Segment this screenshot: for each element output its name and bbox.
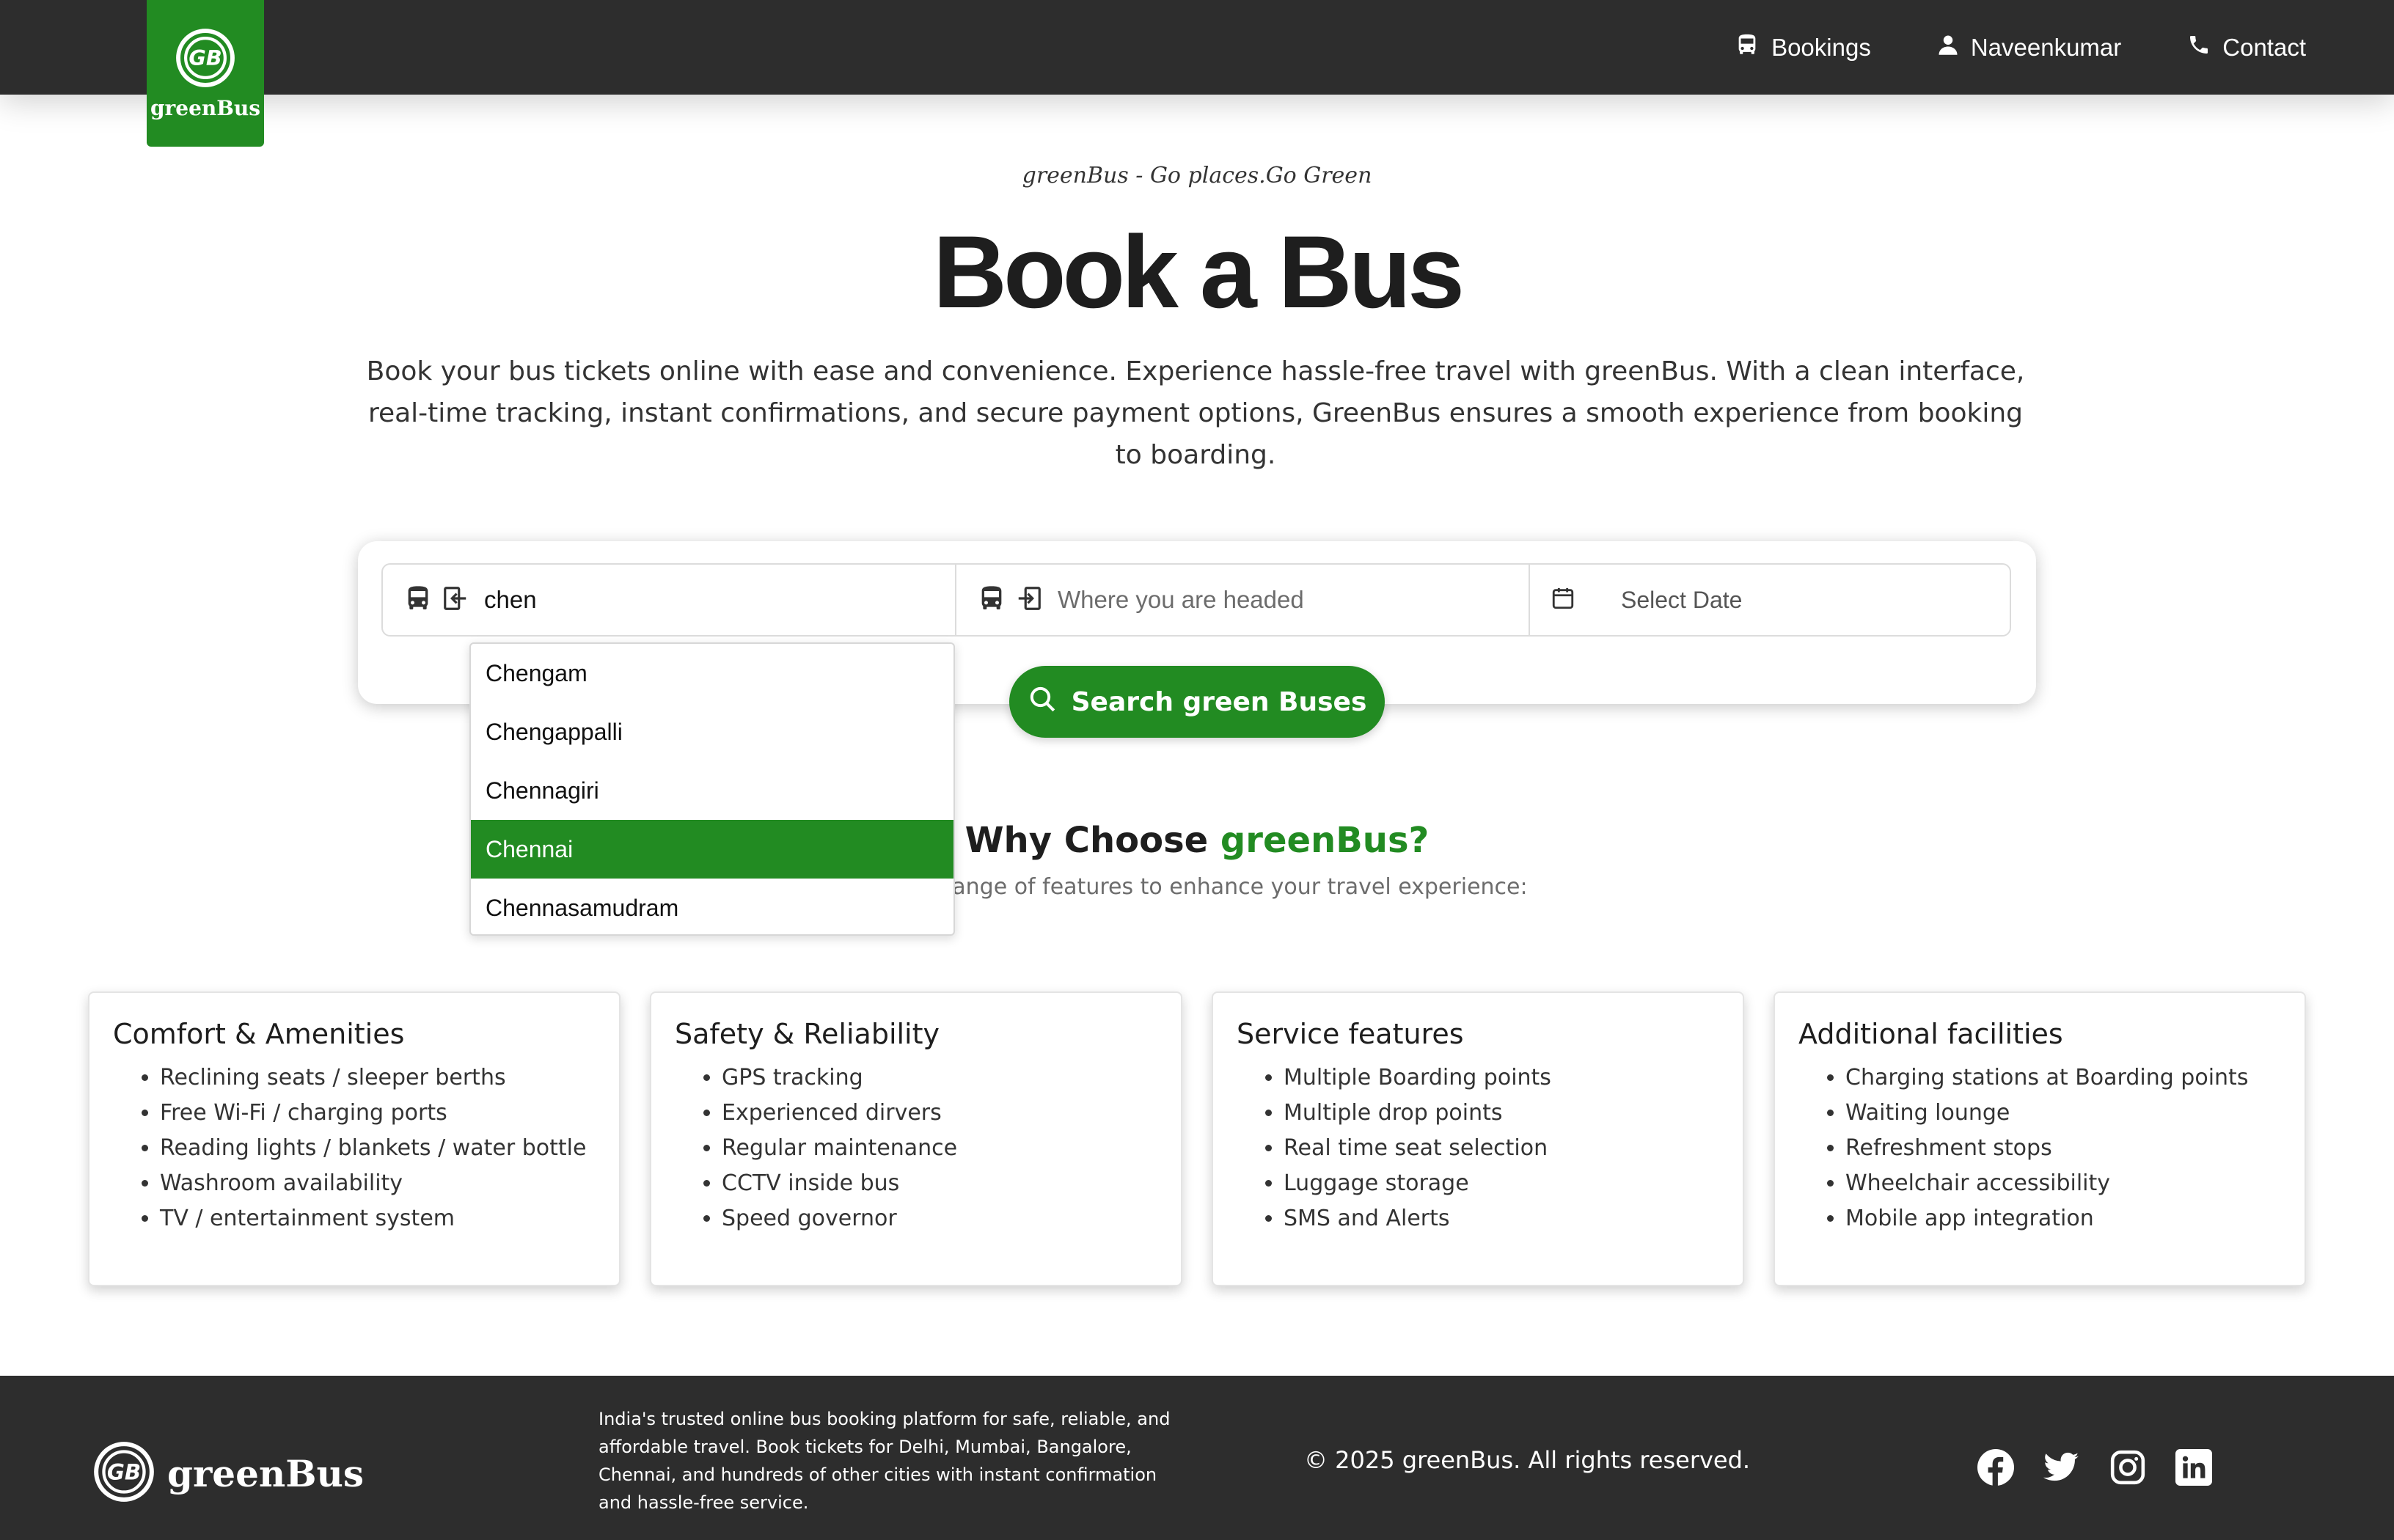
list-item: Multiple drop points bbox=[1284, 1096, 1719, 1131]
footer-logo[interactable]: GB greenBus bbox=[92, 1440, 364, 1506]
list-item: GPS tracking bbox=[722, 1060, 1157, 1096]
greenbus-logo-icon: GB bbox=[92, 1440, 155, 1506]
list-item: Mobile app integration bbox=[1845, 1201, 2281, 1236]
search-fields-row: Select Date bbox=[381, 563, 2011, 637]
greenbus-logo-icon: GB bbox=[175, 27, 236, 92]
svg-text:GB: GB bbox=[188, 45, 222, 70]
from-field[interactable] bbox=[383, 565, 956, 635]
logo-text: greenBus bbox=[150, 95, 261, 120]
top-navbar: Bookings Naveenkumar Contact bbox=[0, 0, 2394, 95]
city-suggestions-dropdown: Chengam Chengappalli Chennagiri Chennai … bbox=[469, 642, 955, 936]
nav-contact[interactable]: Contact bbox=[2187, 33, 2306, 62]
bus-icon bbox=[1735, 32, 1760, 63]
feature-card-title: Comfort & Amenities bbox=[113, 1018, 405, 1050]
user-icon bbox=[1937, 34, 1959, 62]
why-choose-title: Why Choose greenBus? bbox=[0, 820, 2394, 861]
why-title-prefix: Why Choose bbox=[964, 820, 1220, 861]
list-item: Wheelchair accessibility bbox=[1845, 1166, 2281, 1201]
list-item: Luggage storage bbox=[1284, 1166, 1719, 1201]
bus-icon bbox=[977, 584, 1006, 616]
feature-card-service: Service features Multiple Boarding point… bbox=[1212, 991, 1744, 1286]
to-field[interactable] bbox=[956, 565, 1530, 635]
twitter-icon[interactable] bbox=[2043, 1449, 2080, 1486]
list-item: SMS and Alerts bbox=[1284, 1201, 1719, 1236]
list-item: Reclining seats / sleeper berths bbox=[160, 1060, 596, 1096]
bus-icon bbox=[403, 584, 433, 616]
page-title: Book a Bus bbox=[932, 214, 1465, 329]
list-item: Speed governor bbox=[722, 1201, 1157, 1236]
to-input[interactable] bbox=[1058, 586, 1468, 614]
nav-menu: Bookings Naveenkumar Contact bbox=[1735, 0, 2306, 95]
suggestion-item[interactable]: Chennagiri bbox=[471, 761, 953, 820]
drop-arrow-icon bbox=[1015, 584, 1043, 615]
list-item: CCTV inside bus bbox=[722, 1166, 1157, 1201]
list-item: Free Wi-Fi / charging ports bbox=[160, 1096, 596, 1131]
hero-description: Book your bus tickets online with ease a… bbox=[366, 356, 2025, 470]
search-icon bbox=[1028, 684, 1057, 720]
instagram-icon[interactable] bbox=[2109, 1449, 2146, 1486]
nav-contact-label: Contact bbox=[2222, 33, 2306, 61]
nav-bookings-label: Bookings bbox=[1771, 33, 1871, 61]
footer-copyright: © 2025 greenBus. All rights reserved. bbox=[1304, 1446, 1751, 1474]
list-item: Experienced dirvers bbox=[722, 1096, 1157, 1131]
suggestion-item-active[interactable]: Chennai bbox=[471, 820, 953, 879]
feature-card-title: Safety & Reliability bbox=[675, 1018, 940, 1050]
footer: GB greenBus India's trusted online bus b… bbox=[0, 1376, 2394, 1540]
list-item: Washroom availability bbox=[160, 1166, 596, 1201]
list-item: Real time seat selection bbox=[1284, 1131, 1719, 1166]
nav-user[interactable]: Naveenkumar bbox=[1937, 34, 2121, 62]
feature-cards: Comfort & Amenities Reclining seats / sl… bbox=[88, 991, 2306, 1286]
tagline: greenBus - Go places.Go Green bbox=[1022, 163, 1372, 188]
board-arrow-icon bbox=[442, 584, 469, 615]
footer-description: India's trusted online bus booking platf… bbox=[598, 1409, 1171, 1513]
list-item: Reading lights / blankets / water bottle bbox=[160, 1131, 596, 1166]
calendar-icon bbox=[1551, 586, 1575, 614]
why-title-brand: greenBus? bbox=[1220, 820, 1430, 861]
feature-card-safety: Safety & Reliability GPS tracking Experi… bbox=[650, 991, 1182, 1286]
nav-bookings[interactable]: Bookings bbox=[1735, 32, 1871, 63]
suggestion-item[interactable]: Chengam bbox=[471, 644, 953, 703]
suggestion-item[interactable]: Chengappalli bbox=[471, 703, 953, 761]
list-item: Regular maintenance bbox=[722, 1131, 1157, 1166]
svg-text:GB: GB bbox=[107, 1459, 141, 1484]
phone-icon bbox=[2187, 33, 2211, 62]
facebook-icon[interactable] bbox=[1977, 1449, 2014, 1486]
brand-logo[interactable]: GB greenBus bbox=[147, 0, 264, 147]
why-choose-subtitle: ffers a range of features to enhance you… bbox=[866, 874, 1528, 900]
date-label: Select Date bbox=[1621, 586, 1743, 613]
footer-brand: greenBus bbox=[167, 1451, 365, 1495]
search-buses-button[interactable]: Search green Buses bbox=[1009, 666, 1385, 738]
list-item: Waiting lounge bbox=[1845, 1096, 2281, 1131]
nav-user-label: Naveenkumar bbox=[1970, 33, 2122, 61]
suggestion-item[interactable]: Chennasamudram bbox=[471, 879, 953, 934]
list-item: Refreshment stops bbox=[1845, 1131, 2281, 1166]
from-input[interactable] bbox=[484, 586, 895, 614]
feature-card-title: Service features bbox=[1237, 1018, 1464, 1050]
list-item: Multiple Boarding points bbox=[1284, 1060, 1719, 1096]
feature-card-additional: Additional facilities Charging stations … bbox=[1773, 991, 2306, 1286]
list-item: TV / entertainment system bbox=[160, 1201, 596, 1236]
list-item: Charging stations at Boarding points bbox=[1845, 1060, 2281, 1096]
feature-card-comfort: Comfort & Amenities Reclining seats / sl… bbox=[88, 991, 621, 1286]
search-button-label: Search green Buses bbox=[1071, 686, 1367, 717]
feature-card-title: Additional facilities bbox=[1798, 1018, 2063, 1050]
date-field[interactable]: Select Date bbox=[1530, 565, 2010, 635]
linkedin-icon[interactable] bbox=[2175, 1449, 2212, 1486]
social-links bbox=[1977, 1449, 2212, 1486]
